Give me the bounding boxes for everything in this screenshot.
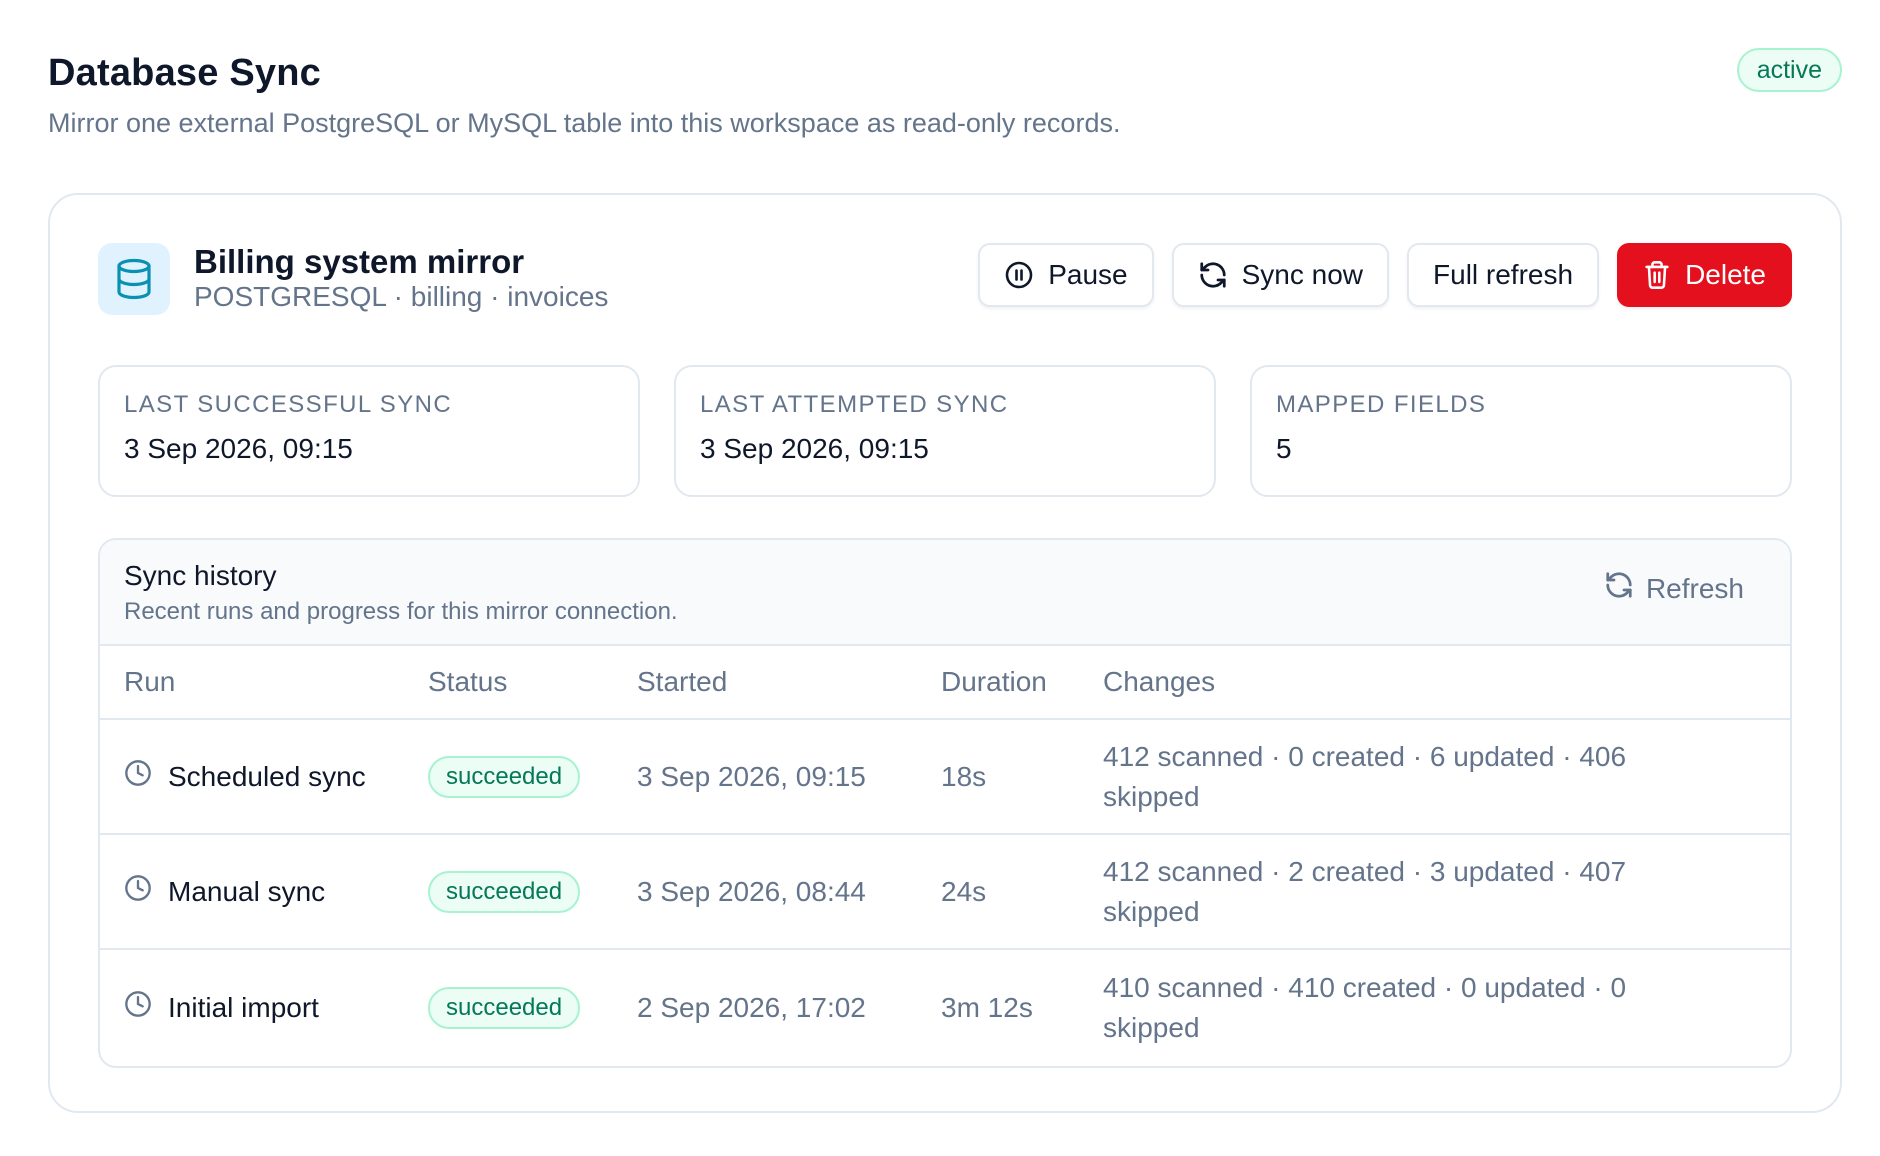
page-title: Database Sync: [48, 52, 321, 94]
sync-icon: [1198, 260, 1228, 290]
changes-cell: 412 scanned · 0 created · 6 updated · 40…: [1103, 740, 1627, 812]
pause-label: Pause: [1048, 259, 1128, 290]
stat-label: MAPPED FIELDS: [1276, 391, 1487, 418]
stat-last-attempted-sync: LAST ATTEMPTED SYNC 3 Sep 2026, 09:15: [674, 365, 1216, 497]
table-header-row: Run Status Started Duration Changes: [100, 646, 1790, 720]
pause-button[interactable]: Pause: [978, 243, 1154, 307]
full-refresh-button[interactable]: Full refresh: [1407, 243, 1600, 307]
refresh-button[interactable]: Refresh: [1604, 570, 1744, 607]
database-icon: [98, 243, 170, 315]
status-cell: succeeded: [428, 986, 581, 1029]
column-header-duration: Duration: [941, 666, 1047, 697]
sync-now-button[interactable]: Sync now: [1171, 243, 1390, 307]
connection-name: Billing system mirror: [194, 243, 525, 280]
pause-icon: [1004, 260, 1034, 290]
run-cell: Manual sync: [124, 874, 325, 909]
refresh-icon: [1604, 570, 1634, 607]
clock-icon: [124, 759, 152, 794]
full-refresh-label: Full refresh: [1433, 259, 1574, 290]
column-header-started: Started: [637, 666, 728, 697]
run-cell: Initial import: [124, 990, 319, 1025]
stats-row: LAST SUCCESSFUL SYNC 3 Sep 2026, 09:15 L…: [98, 365, 1792, 497]
status-cell: succeeded: [428, 870, 581, 913]
connection-meta: POSTGRESQL · billing · invoices: [194, 281, 609, 312]
connection-header: Billing system mirror POSTGRESQL · billi…: [98, 243, 1792, 319]
sync-history-title: Sync history: [124, 560, 277, 591]
run-name: Scheduled sync: [168, 760, 366, 792]
stat-last-successful-sync: LAST SUCCESSFUL SYNC 3 Sep 2026, 09:15: [98, 365, 640, 497]
delete-button[interactable]: Delete: [1617, 243, 1792, 307]
stat-value: 3 Sep 2026, 09:15: [700, 433, 929, 464]
table-row[interactable]: Initial import succeeded 2 Sep 2026, 17:…: [100, 950, 1790, 1065]
table-row[interactable]: Scheduled sync succeeded 3 Sep 2026, 09:…: [100, 720, 1790, 835]
clock-icon: [124, 990, 152, 1025]
refresh-label: Refresh: [1645, 572, 1744, 604]
page-header: Database Sync Mirror one external Postgr…: [48, 48, 1842, 148]
table-row[interactable]: Manual sync succeeded 3 Sep 2026, 08:44 …: [100, 835, 1790, 950]
connection-card: Billing system mirror POSTGRESQL · billi…: [48, 193, 1842, 1113]
page-subtitle: Mirror one external PostgreSQL or MySQL …: [48, 108, 1121, 138]
started-cell: 2 Sep 2026, 17:02: [637, 991, 866, 1023]
duration-cell: 24s: [941, 875, 987, 907]
sync-history-subtitle: Recent runs and progress for this mirror…: [124, 598, 678, 625]
run-cell: Scheduled sync: [124, 759, 366, 794]
status-badge: succeeded: [428, 870, 581, 913]
started-cell: 3 Sep 2026, 08:44: [637, 875, 866, 907]
sync-history-header: Sync history Recent runs and progress fo…: [100, 540, 1790, 646]
stat-label: LAST SUCCESSFUL SYNC: [124, 391, 453, 418]
connection-actions: Pause Sync now Full refresh Delete: [978, 243, 1792, 307]
sync-now-label: Sync now: [1241, 259, 1364, 290]
status-cell: succeeded: [428, 755, 581, 798]
sync-history-panel: Sync history Recent runs and progress fo…: [98, 538, 1792, 1068]
delete-label: Delete: [1685, 259, 1766, 290]
column-header-status: Status: [428, 666, 508, 697]
changes-cell: 410 scanned · 410 created · 0 updated · …: [1103, 971, 1627, 1043]
trash-icon: [1643, 260, 1671, 290]
duration-cell: 18s: [941, 760, 987, 792]
changes-cell: 412 scanned · 2 created · 3 updated · 40…: [1103, 855, 1627, 927]
sync-history-table: Run Status Started Duration Changes Sche…: [100, 646, 1790, 1065]
status-badge: succeeded: [428, 986, 581, 1029]
run-name: Initial import: [168, 991, 319, 1023]
run-name: Manual sync: [168, 875, 326, 907]
status-badge: succeeded: [428, 755, 581, 798]
column-header-run: Run: [124, 666, 176, 697]
stat-value: 3 Sep 2026, 09:15: [124, 433, 353, 464]
duration-cell: 3m 12s: [941, 991, 1033, 1023]
status-badge: active: [1736, 48, 1842, 92]
stat-label: LAST ATTEMPTED SYNC: [700, 391, 1009, 418]
stat-value: 5: [1276, 433, 1292, 464]
started-cell: 3 Sep 2026, 09:15: [637, 760, 866, 792]
clock-icon: [124, 874, 152, 909]
stat-mapped-fields: MAPPED FIELDS 5: [1250, 365, 1792, 497]
column-header-changes: Changes: [1103, 666, 1216, 697]
